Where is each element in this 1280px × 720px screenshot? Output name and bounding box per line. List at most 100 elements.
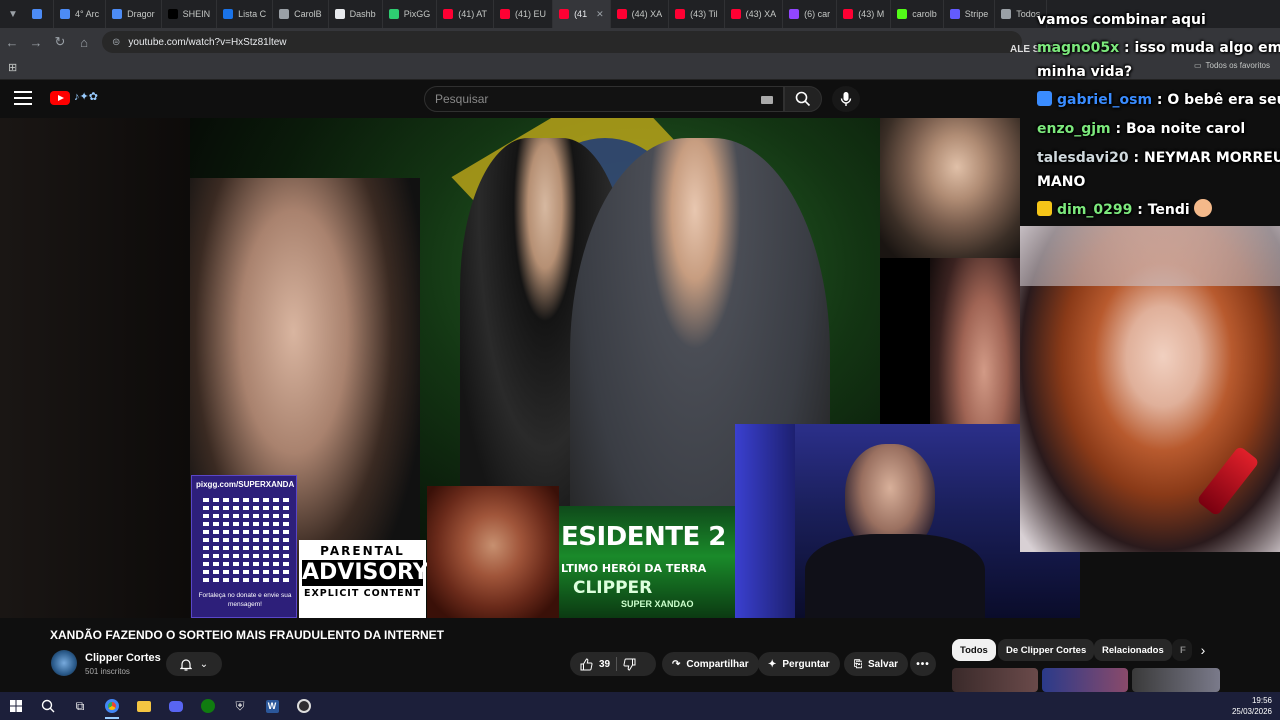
tab-label: SHEIN	[182, 9, 211, 19]
share-icon: ↷	[672, 658, 681, 670]
browser-tab[interactable]: carolb	[891, 0, 944, 28]
browser-tab[interactable]: Stripe	[944, 0, 996, 28]
browser-tab[interactable]: CarolB	[273, 0, 329, 28]
ask-button[interactable]: ✦ Perguntar	[758, 652, 840, 676]
browser-tab[interactable]: PixGG	[383, 0, 438, 28]
search-button[interactable]	[784, 86, 822, 112]
chevron-right-icon[interactable]: ›	[1192, 642, 1214, 658]
browser-tab[interactable]: Dragor	[106, 0, 162, 28]
chat-message: dim_0299 : Tendi	[1037, 198, 1212, 222]
back-icon[interactable]: ←	[0, 30, 24, 54]
tab-favicon-icon	[789, 9, 800, 19]
browser-tab[interactable]: (6) car	[783, 0, 838, 28]
tab-search-icon[interactable]: ▼	[0, 0, 26, 28]
reaction-image-old-man	[880, 118, 1020, 258]
filter-chip[interactable]: Todos	[952, 639, 996, 661]
browser-tab[interactable]: (43) M	[837, 0, 892, 28]
share-label: Compartilhar	[686, 658, 749, 670]
browser-tab[interactable]: (43) XA	[725, 0, 784, 28]
banner-brand: CLIPPER	[573, 578, 653, 598]
clock-time: 19:56	[1251, 696, 1272, 705]
recommended-thumb-3[interactable]	[1132, 668, 1220, 692]
site-info-icon[interactable]: ⊜	[112, 37, 120, 48]
save-button[interactable]: ⎘ Salvar	[844, 652, 909, 676]
more-actions-button[interactable]: •••	[910, 652, 936, 676]
qr-url-text: pixgg.com/SUPERXANDA	[196, 480, 295, 489]
address-bar[interactable]: ⊜ youtube.com/watch?v=HxStz81ltew	[102, 31, 1022, 53]
obs-icon[interactable]	[288, 692, 320, 720]
tab-label: (44) XA	[631, 9, 663, 19]
microphone-icon	[840, 92, 852, 106]
browser-tab[interactable]: (44) XA	[611, 0, 670, 28]
forward-icon[interactable]: →	[24, 30, 48, 54]
task-view-icon[interactable]: ⧉	[64, 692, 96, 720]
browser-tab[interactable]: Lista C	[217, 0, 274, 28]
chat-message: enzo_gjm : Boa noite carol	[1037, 117, 1245, 141]
browser-tab[interactable]: Dashb	[329, 0, 383, 28]
like-button[interactable]: 39	[580, 657, 611, 671]
channel-name[interactable]: Clipper Cortes	[85, 652, 161, 664]
windows-taskbar: ⧉ ⛨ W 19:56 25/03/2026	[0, 692, 1280, 720]
browser-tab[interactable]: (41 ✕	[553, 0, 611, 28]
doodle-icon: ♪✦✿	[74, 91, 98, 103]
tab-favicon-icon	[167, 9, 178, 19]
like-divider	[616, 657, 618, 671]
chevron-down-icon: ⌄	[199, 658, 209, 670]
cam-light	[735, 424, 795, 618]
tab-label: (43) XA	[745, 9, 777, 19]
chat-text: Tendi	[1147, 202, 1190, 218]
apps-icon[interactable]: ⊞	[8, 61, 17, 74]
youtube-logo[interactable]	[50, 91, 70, 105]
tab-favicon-icon	[675, 9, 686, 19]
chrome-icon[interactable]	[96, 692, 128, 720]
discord-icon[interactable]	[160, 692, 192, 720]
browser-tab[interactable]: (43) Til	[669, 0, 725, 28]
share-button[interactable]: ↷ Compartilhar	[662, 652, 759, 676]
reload-icon[interactable]: ↻	[48, 30, 72, 54]
windows-start-icon[interactable]	[0, 692, 32, 720]
security-shield-icon[interactable]: ⛨	[224, 692, 256, 720]
recommended-thumb-2[interactable]	[1042, 668, 1128, 692]
filter-chip[interactable]: De Clipper Cortes	[998, 639, 1095, 661]
browser-tab[interactable]	[26, 0, 54, 28]
tab-favicon-icon	[32, 9, 42, 19]
ask-label: Perguntar	[782, 658, 830, 670]
close-tab-icon[interactable]: ✕	[596, 9, 604, 20]
facecam	[1020, 226, 1280, 552]
notifications-button[interactable]: ⌄	[166, 652, 222, 676]
keyboard-icon[interactable]	[761, 96, 773, 104]
browser-tab[interactable]: (41) EU	[494, 0, 554, 28]
filter-chip[interactable]: F	[1172, 639, 1192, 661]
voice-search-button[interactable]	[832, 86, 860, 112]
browser-tab[interactable]: SHEIN	[162, 0, 218, 28]
screen: ▼ 4° Arc Dragor SHEIN Lista C CarolB Dashb Pix…	[0, 0, 1280, 720]
chat-message: magno05x : isso muda algo em	[1037, 36, 1280, 60]
tab-label: PixGG	[403, 9, 431, 19]
streamer-body	[805, 534, 985, 618]
chat-separator: :	[1119, 40, 1135, 56]
recommended-thumb-1[interactable]	[952, 668, 1038, 692]
tab-label: Stripe	[964, 9, 989, 19]
chat-text: O bebê era seu?	[1167, 92, 1280, 108]
chat-message: minha vida?	[1037, 60, 1132, 84]
file-explorer-icon[interactable]	[128, 692, 160, 720]
channel-avatar[interactable]	[51, 650, 77, 676]
facecam-background	[1020, 226, 1280, 286]
tab-favicon-icon	[388, 9, 399, 19]
clock-date: 25/03/2026	[1231, 707, 1272, 716]
xbox-icon[interactable]	[192, 692, 224, 720]
search-input[interactable]: Pesquisar	[424, 86, 784, 112]
home-icon[interactable]: ⌂	[72, 30, 96, 54]
menu-icon[interactable]	[14, 91, 32, 107]
thumbs-down-icon[interactable]	[623, 658, 636, 671]
comic-hero-image	[427, 486, 559, 618]
system-clock[interactable]: 19:56 25/03/2026	[1232, 695, 1272, 717]
word-icon[interactable]: W	[256, 692, 288, 720]
video-title: XANDÃO FAZENDO O SORTEIO MAIS FRAUDULENT…	[50, 628, 445, 642]
taskbar-search-icon[interactable]	[32, 692, 64, 720]
browser-tab[interactable]: (41) AT	[437, 0, 495, 28]
like-count: 39	[599, 658, 611, 670]
browser-tab[interactable]: 4° Arc	[54, 0, 107, 28]
filter-chip[interactable]: Relacionados	[1094, 639, 1172, 661]
tab-favicon-icon	[559, 9, 570, 19]
